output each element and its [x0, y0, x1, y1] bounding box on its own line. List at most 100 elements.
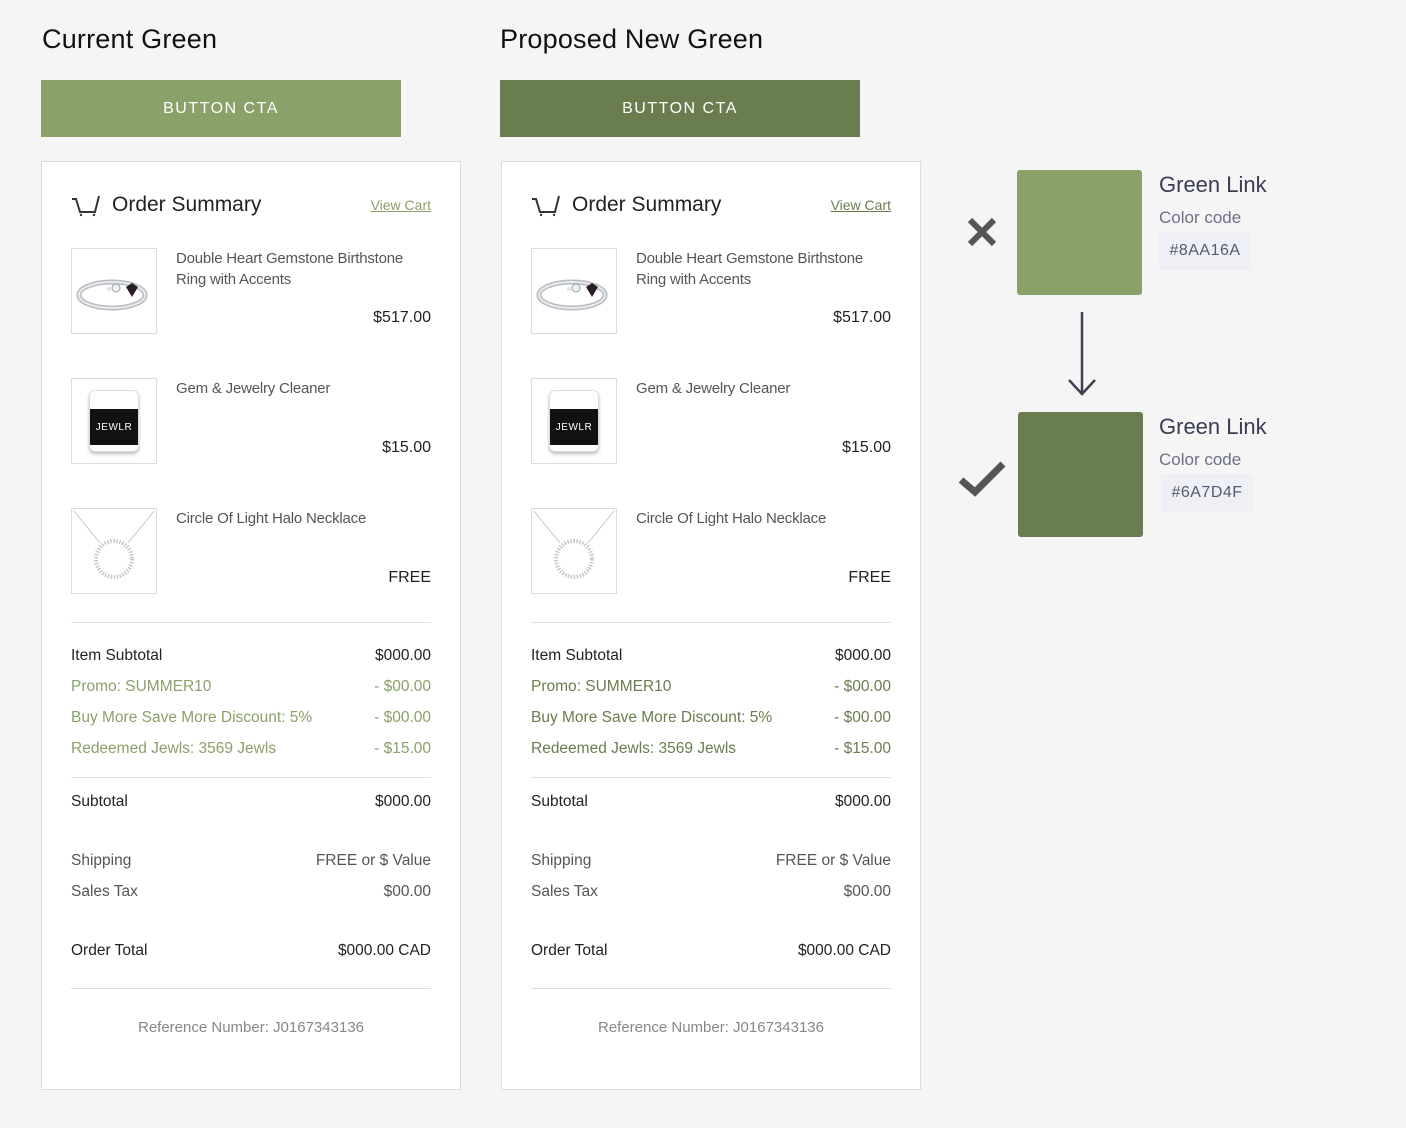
sales-tax-label: Sales Tax [531, 883, 598, 900]
jewls-value: - $15.00 [374, 740, 431, 757]
item-subtotal-row: Item Subtotal $000.00 [531, 645, 891, 667]
order-total-label: Order Total [71, 942, 148, 959]
divider [531, 777, 891, 778]
swatch-code: #6A7D4F [1161, 474, 1253, 512]
divider [531, 988, 891, 989]
order-total-label: Order Total [531, 942, 608, 959]
shipping-label: Shipping [71, 852, 132, 869]
item-subtotal-label: Item Subtotal [531, 647, 623, 664]
proposed-cta-button[interactable]: BUTTON CTA [500, 80, 860, 137]
jewls-value: - $15.00 [834, 740, 891, 757]
current-green-heading: Current Green [42, 24, 218, 54]
bulk-discount-label: Buy More Save More Discount: 5% [71, 709, 313, 726]
ring-image [531, 248, 617, 334]
reference-number: Reference Number: J0167343136 [138, 1019, 364, 1036]
swatch-current [1017, 170, 1142, 295]
view-cart-link[interactable]: View Cart [831, 197, 891, 213]
jewls-label: Redeemed Jewls: 3569 Jewls [71, 740, 277, 757]
order-total-row: Order Total $000.00 CAD [531, 940, 891, 962]
proposed-green-heading: Proposed New Green [500, 24, 764, 54]
product-price: $15.00 [842, 439, 891, 456]
product-name: Double Heart Gemstone Birthstone Ring wi… [176, 250, 404, 288]
order-summary-title: Order Summary [572, 193, 722, 216]
order-summary-panel-proposed: Order Summary View Cart Double Heart Gem… [501, 161, 921, 1090]
jewls-row: Redeemed Jewls: 3569 Jewls - $15.00 [71, 738, 431, 760]
sales-tax-row: Sales Tax $00.00 [71, 881, 431, 903]
promo-label: Promo: SUMMER10 [531, 678, 672, 695]
list-item[interactable]: JEWLR Gem & Jewelry Cleaner $15.00 [531, 378, 891, 464]
divider [71, 988, 431, 989]
x-icon [967, 217, 997, 247]
subtotal-row: Subtotal $000.00 [531, 791, 891, 813]
shipping-row: Shipping FREE or $ Value [71, 850, 431, 872]
swatch-label: Color code [1159, 450, 1242, 469]
order-summary-header: Order Summary View Cart [71, 190, 431, 220]
bulk-discount-value: - $00.00 [834, 709, 891, 726]
order-total-value: $000.00 CAD [337, 942, 431, 959]
jar-label: JEWLR [555, 421, 593, 433]
product-price: $15.00 [382, 439, 431, 456]
bulk-discount-row: Buy More Save More Discount: 5% - $00.00 [71, 707, 431, 729]
item-subtotal-row: Item Subtotal $000.00 [71, 645, 431, 667]
divider [71, 622, 431, 623]
necklace-image [531, 508, 617, 594]
order-summary-panel-current: Order Summary View Cart Double Heart Gem… [41, 161, 461, 1090]
product-name: Gem & Jewelry Cleaner [176, 380, 331, 397]
jar-label: JEWLR [95, 421, 133, 433]
subtotal-value: $000.00 [374, 793, 431, 810]
divider [71, 777, 431, 778]
list-item[interactable]: Circle Of Light Halo Necklace FREE [531, 508, 891, 594]
check-icon [958, 461, 1006, 497]
divider [531, 622, 891, 623]
bulk-discount-label: Buy More Save More Discount: 5% [531, 709, 773, 726]
arrow-down-icon [1068, 312, 1096, 396]
promo-value: - $00.00 [834, 678, 891, 695]
swatch-code: #8AA16A [1159, 232, 1251, 270]
promo-label: Promo: SUMMER10 [71, 678, 212, 695]
reference-number: Reference Number: J0167343136 [598, 1019, 824, 1036]
product-name: Circle Of Light Halo Necklace [636, 510, 827, 527]
product-name: Double Heart Gemstone Birthstone Ring wi… [636, 250, 864, 288]
bulk-discount-value: - $00.00 [374, 709, 431, 726]
sales-tax-row: Sales Tax $00.00 [531, 881, 891, 903]
product-price: $517.00 [833, 309, 891, 326]
necklace-image [71, 508, 157, 594]
shipping-value: FREE or $ Value [775, 852, 891, 869]
product-price: FREE [388, 569, 431, 586]
item-subtotal-value: $000.00 [834, 647, 891, 664]
order-total-row: Order Total $000.00 CAD [71, 940, 431, 962]
swatch-title: Green Link [1159, 414, 1267, 439]
list-item[interactable]: Double Heart Gemstone Birthstone Ring wi… [531, 248, 891, 334]
promo-row: Promo: SUMMER10 - $00.00 [71, 676, 431, 698]
cleaner-jar-image: JEWLR [531, 378, 617, 464]
product-name: Circle Of Light Halo Necklace [176, 510, 367, 527]
view-cart-link[interactable]: View Cart [371, 197, 431, 213]
sales-tax-value: $00.00 [383, 883, 431, 900]
subtotal-label: Subtotal [531, 793, 588, 810]
cleaner-jar-image: JEWLR [71, 378, 157, 464]
bulk-discount-row: Buy More Save More Discount: 5% - $00.00 [531, 707, 891, 729]
list-item[interactable]: JEWLR Gem & Jewelry Cleaner $15.00 [71, 378, 431, 464]
jewls-row: Redeemed Jewls: 3569 Jewls - $15.00 [531, 738, 891, 760]
cart-icon [532, 195, 560, 217]
subtotal-label: Subtotal [71, 793, 128, 810]
current-cta-button[interactable]: BUTTON CTA [41, 80, 401, 137]
list-item[interactable]: Double Heart Gemstone Birthstone Ring wi… [71, 248, 431, 334]
list-item[interactable]: Circle Of Light Halo Necklace FREE [71, 508, 431, 594]
sales-tax-label: Sales Tax [71, 883, 138, 900]
shipping-value: FREE or $ Value [315, 852, 431, 869]
swatch-title: Green Link [1159, 172, 1267, 197]
shipping-label: Shipping [531, 852, 592, 869]
item-subtotal-label: Item Subtotal [71, 647, 163, 664]
product-name: Gem & Jewelry Cleaner [636, 380, 791, 397]
swatch-label: Color code [1159, 208, 1242, 227]
subtotal-row: Subtotal $000.00 [71, 791, 431, 813]
swatch-proposed [1018, 412, 1143, 537]
ring-image [71, 248, 157, 334]
order-summary-header: Order Summary View Cart [531, 190, 891, 220]
product-price: FREE [848, 569, 891, 586]
sales-tax-value: $00.00 [843, 883, 891, 900]
cart-icon [72, 195, 100, 217]
order-summary-title: Order Summary [112, 193, 262, 216]
product-price: $517.00 [373, 309, 431, 326]
